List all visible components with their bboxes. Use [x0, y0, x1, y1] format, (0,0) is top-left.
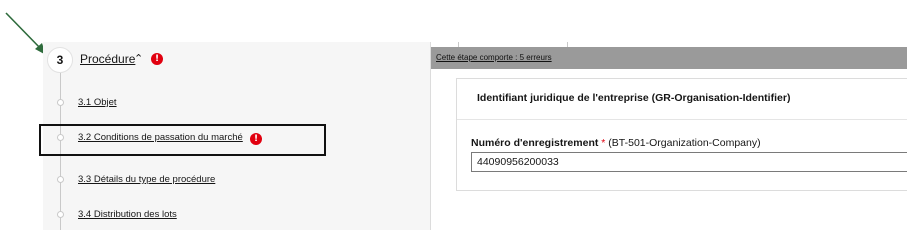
error-icon: !: [151, 53, 163, 65]
identifier-card: Identifiant juridique de l'entreprise (G…: [456, 78, 907, 191]
field-label-text: Numéro d'enregistrement: [471, 137, 599, 149]
substep-link-objet[interactable]: 3.1 Objet: [78, 97, 117, 108]
substep-dot: [57, 211, 64, 218]
step-title-link[interactable]: Procédure: [80, 52, 135, 66]
panel-divider: [430, 42, 431, 230]
card-title: Identifiant juridique de l'entreprise (G…: [477, 92, 791, 104]
card-header: Identifiant juridique de l'entreprise (G…: [457, 79, 907, 120]
registration-number-label: Numéro d'enregistrement * (BT-501-Organi…: [471, 137, 761, 149]
substep-dot: [57, 176, 64, 183]
annotation-highlight-box: [39, 124, 326, 156]
registration-number-input[interactable]: 44090956200033: [471, 152, 907, 172]
substep-dot: [57, 99, 64, 106]
step-number-badge: 3: [47, 47, 73, 73]
substep-link-distribution[interactable]: 3.4 Distribution des lots: [78, 209, 177, 220]
error-tooltip[interactable]: Cette étape comporte : 5 erreurs: [431, 47, 907, 69]
required-marker: *: [601, 137, 606, 149]
substep-link-details[interactable]: 3.3 Détails du type de procédure: [78, 174, 215, 185]
chevron-up-icon[interactable]: ⌃: [134, 52, 143, 65]
field-hint: (BT-501-Organization-Company): [608, 137, 761, 149]
